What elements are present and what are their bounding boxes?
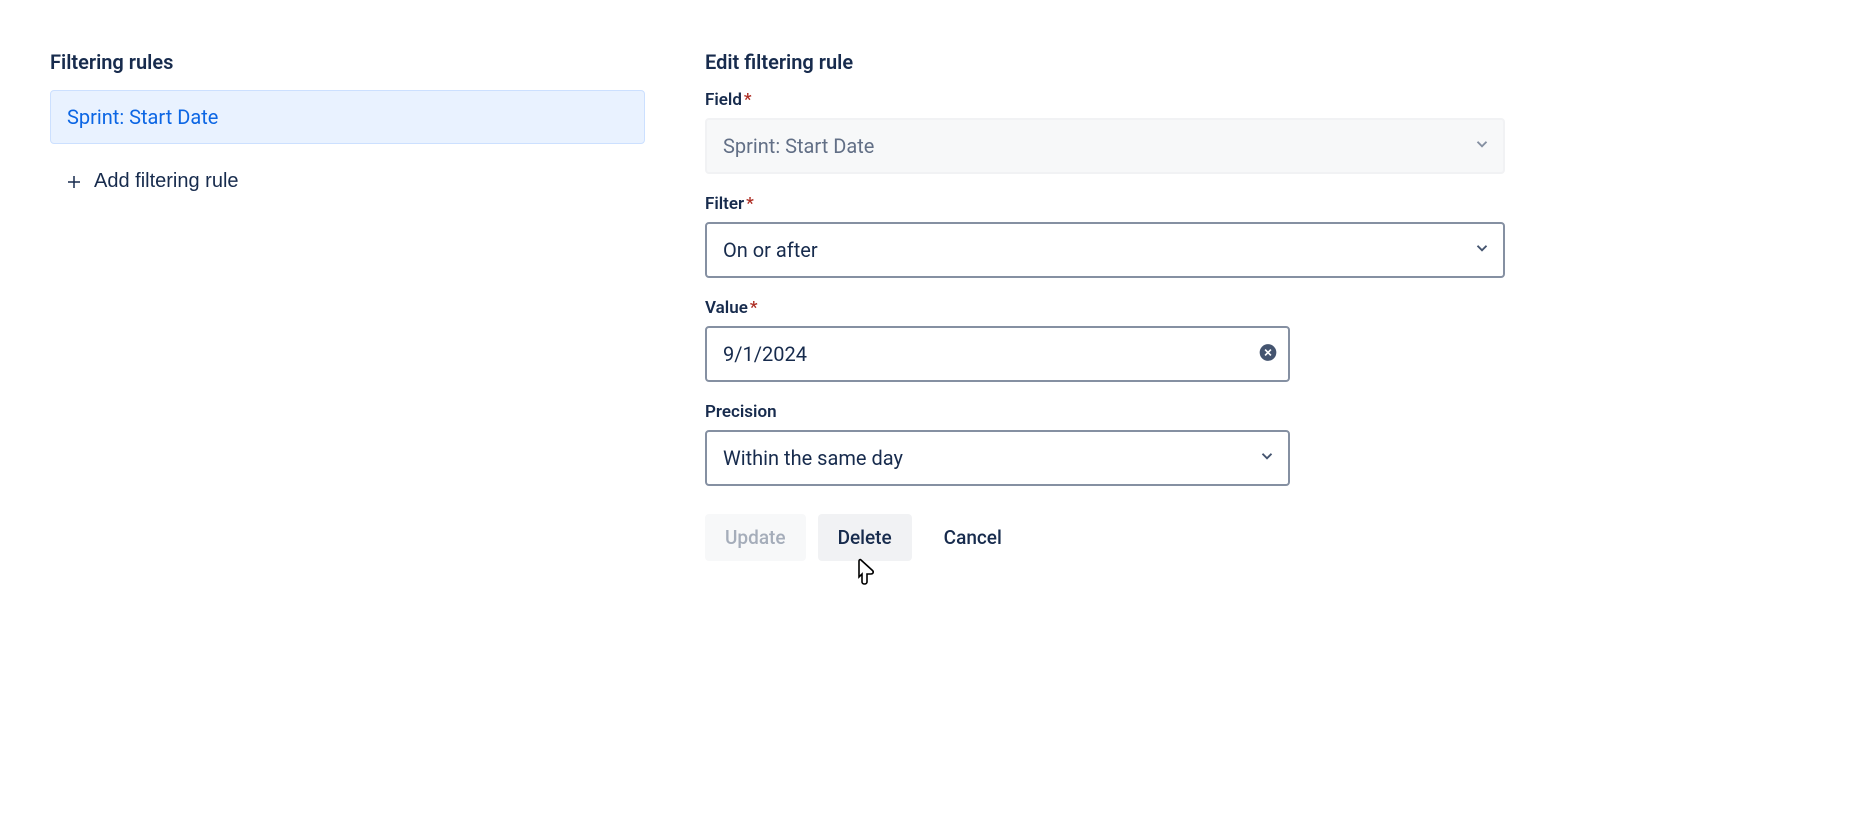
filter-group: Filter* On or after (705, 194, 1505, 278)
precision-label: Precision (705, 402, 1505, 422)
required-asterisk: * (750, 298, 758, 318)
required-asterisk: * (744, 90, 752, 110)
rule-item-sprint-start-date[interactable]: Sprint: Start Date (50, 90, 645, 144)
cancel-button[interactable]: Cancel (924, 514, 1022, 561)
precision-select-wrapper[interactable]: Within the same day (705, 430, 1290, 486)
edit-rule-title: Edit filtering rule (705, 50, 1505, 74)
field-select-wrapper: Sprint: Start Date (705, 118, 1505, 174)
button-row: Update Delete Cancel (705, 514, 1505, 561)
edit-rule-panel: Edit filtering rule Field* Sprint: Start… (705, 50, 1505, 561)
left-panel: Filtering rules Sprint: Start Date Add f… (50, 50, 645, 561)
update-button[interactable]: Update (705, 514, 806, 561)
value-group: Value* (705, 298, 1505, 382)
clear-input-button[interactable] (1258, 343, 1278, 366)
add-rule-label: Add filtering rule (94, 170, 239, 193)
precision-group: Precision Within the same day (705, 402, 1505, 486)
filtering-rules-container: Filtering rules Sprint: Start Date Add f… (50, 50, 1550, 561)
filtering-rules-title: Filtering rules (50, 50, 645, 74)
field-group: Field* Sprint: Start Date (705, 90, 1505, 174)
filter-select-wrapper[interactable]: On or after (705, 222, 1505, 278)
value-input[interactable] (705, 326, 1290, 382)
field-select: Sprint: Start Date (705, 118, 1505, 174)
plus-icon (64, 172, 84, 192)
field-label: Field* (705, 90, 1505, 110)
clear-icon (1258, 343, 1278, 366)
filter-label: Filter* (705, 194, 1505, 214)
cursor-pointer-icon (850, 557, 880, 594)
precision-select[interactable]: Within the same day (705, 430, 1290, 486)
filter-select[interactable]: On or after (705, 222, 1505, 278)
value-input-wrapper (705, 326, 1290, 382)
value-label: Value* (705, 298, 1505, 318)
add-filtering-rule-button[interactable]: Add filtering rule (50, 160, 253, 203)
required-asterisk: * (746, 194, 754, 214)
delete-button[interactable]: Delete (818, 514, 912, 561)
